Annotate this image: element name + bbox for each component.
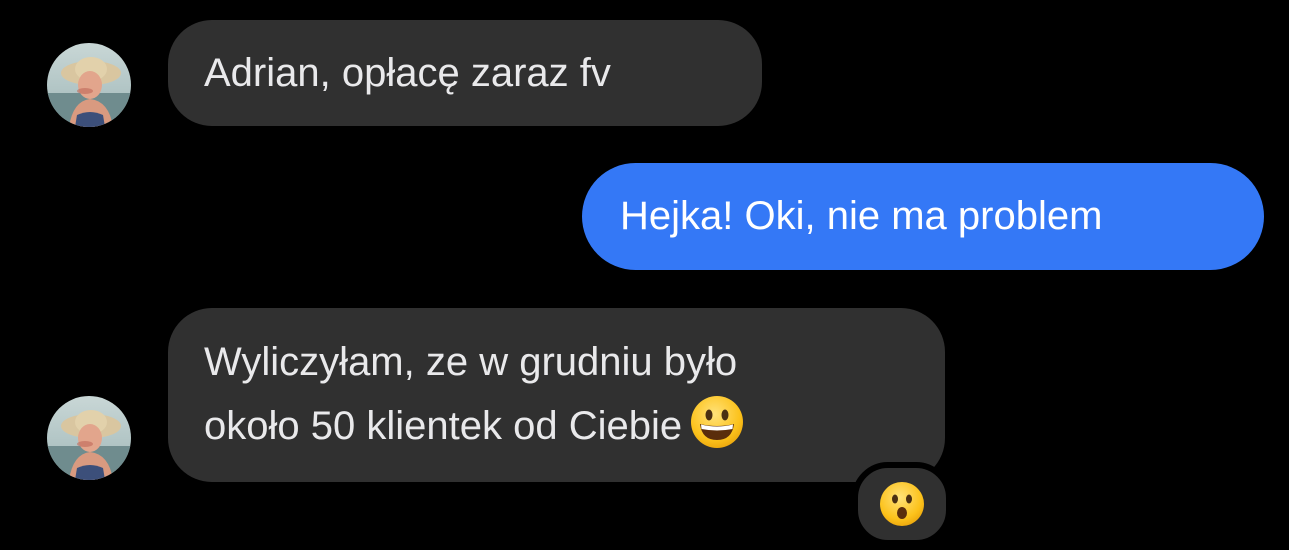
hushed-face-emoji-icon [880, 482, 924, 526]
message-bubble-incoming[interactable]: Adrian, opłacę zaraz fv [168, 20, 762, 126]
chat-thread: Adrian, opłacę zaraz fv Hejka! Oki, nie … [0, 0, 1289, 550]
message-reaction[interactable] [852, 462, 952, 546]
contact-avatar[interactable] [47, 396, 131, 480]
message-text: Adrian, opłacę zaraz fv [204, 51, 611, 95]
grinning-face-emoji-icon [691, 396, 744, 448]
message-text-line: Wyliczyłam, ze w grudniu było [204, 340, 738, 384]
message-text: około 50 klientek od Ciebie [204, 404, 683, 448]
contact-avatar[interactable] [47, 43, 131, 127]
message-bubble-incoming[interactable]: Wyliczyłam, ze w grudniu było około 50 k… [168, 308, 945, 482]
message-text-line: około 50 klientek od Ciebie [204, 394, 909, 458]
message-bubble-outgoing[interactable]: Hejka! Oki, nie ma problem [582, 163, 1264, 270]
avatar-photo [47, 396, 131, 480]
message-text: Hejka! Oki, nie ma problem [620, 194, 1103, 238]
avatar-photo [47, 43, 131, 127]
